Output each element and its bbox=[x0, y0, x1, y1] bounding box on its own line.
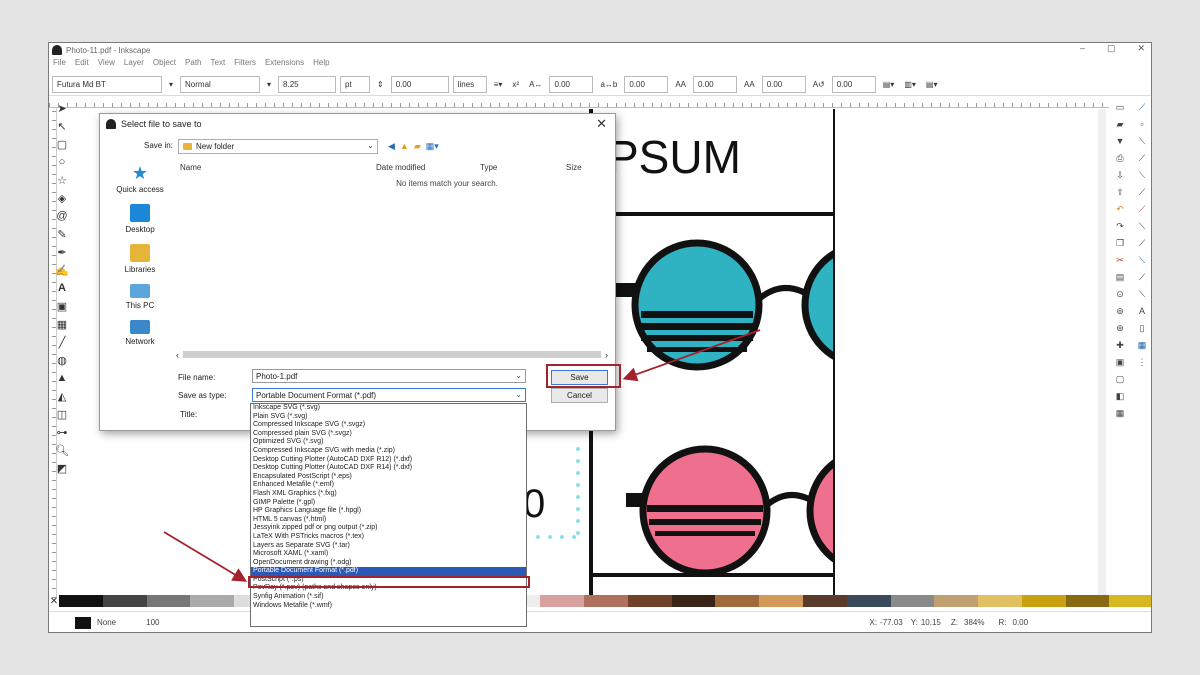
arrow-to-save-button bbox=[622, 329, 761, 382]
arrow-to-pdf-option bbox=[163, 531, 248, 582]
annotation-arrows bbox=[163, 329, 761, 582]
